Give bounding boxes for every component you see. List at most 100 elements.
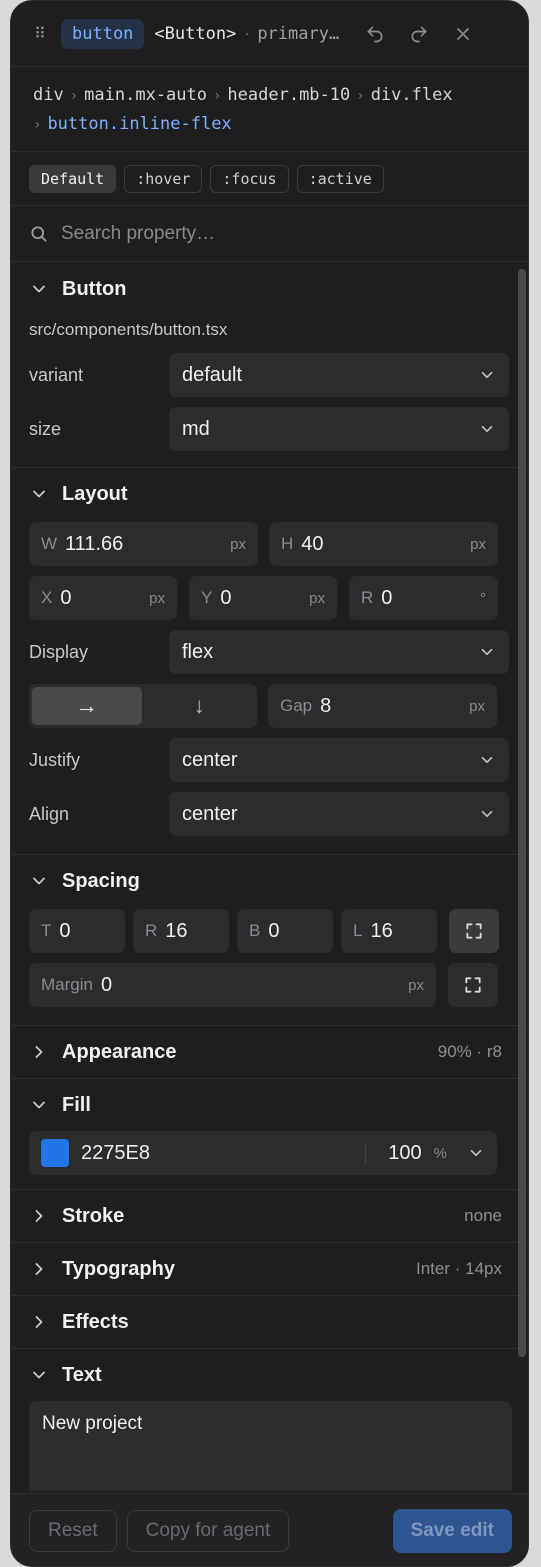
typography-section: Typography Inter · 14px [11,1243,528,1296]
typography-summary: Inter · 14px [416,1259,502,1278]
stroke-summary: none [464,1206,502,1225]
padding-bottom-key: B [249,921,261,940]
gap-unit: px [469,697,485,715]
redo-icon[interactable] [401,16,437,52]
chevron-right-icon: › [212,88,222,104]
padding-bottom-field[interactable]: B 0 [237,909,333,953]
text-section: Text New project [11,1349,528,1491]
rotation-field[interactable]: R 0 ° [349,576,498,620]
rotation-unit: ° [480,589,486,607]
reset-button[interactable]: Reset [29,1510,117,1552]
section-title: Effects [62,1310,129,1333]
layout-section-header[interactable]: Layout [29,468,512,520]
y-value: 0 [220,586,232,609]
section-title: Fill [62,1093,91,1116]
section-title: Layout [62,482,128,505]
component-variant: primary… [257,23,340,44]
appearance-section-header[interactable]: Appearance 90% · r8 [29,1026,512,1078]
section-title: Stroke [62,1204,125,1227]
save-edit-button[interactable]: Save edit [392,1509,512,1553]
copy-for-agent-button[interactable]: Copy for agent [126,1510,290,1552]
drag-handle-icon[interactable]: ⠿ [27,22,51,46]
display-value: flex [182,640,214,663]
text-content-field[interactable]: New project [29,1401,512,1491]
padding-right-key: R [145,921,158,940]
property-search [11,206,528,262]
padding-top-value: 0 [59,919,71,942]
tab-default[interactable]: Default [29,164,117,193]
panel-footer: Reset Copy for agent Save edit [11,1493,528,1566]
direction-column-button[interactable]: ↓ [145,687,255,725]
tab-focus[interactable]: :focus [210,164,289,193]
justify-value: center [182,748,238,771]
fill-section: Fill 2275E8 100 % [11,1079,528,1190]
typography-section-header[interactable]: Typography Inter · 14px [29,1243,512,1295]
justify-label: Justify [29,749,81,770]
chevron-down-icon [481,756,493,764]
fill-color-field[interactable]: 2275E8 100 % [29,1131,497,1175]
chevron-right-icon [35,1046,43,1058]
section-title: Typography [62,1257,175,1280]
breadcrumb-item[interactable]: main.mx-auto [84,85,207,105]
display-select[interactable]: flex [169,630,509,674]
padding-top-field[interactable]: T 0 [29,909,125,953]
height-field[interactable]: H 40 px [269,522,498,566]
section-title: Spacing [62,869,140,892]
gap-field[interactable]: Gap 8 px [268,684,497,728]
stroke-section-header[interactable]: Stroke none [29,1190,512,1242]
chevron-down-icon[interactable] [467,1144,485,1162]
height-value: 40 [301,532,324,555]
chevron-down-icon [33,877,45,885]
align-select[interactable]: center [169,792,509,836]
size-label: size [29,418,62,439]
tab-hover[interactable]: :hover [124,164,203,193]
variant-label: variant [29,364,84,385]
width-key: W [41,534,58,553]
scrollbar[interactable] [518,269,526,1357]
button-section-header[interactable]: Button [29,263,512,315]
justify-select[interactable]: center [169,738,509,782]
width-field[interactable]: W 111.66 px [29,522,258,566]
search-input[interactable] [61,222,510,245]
x-unit: px [149,589,165,607]
breadcrumb-current: button.inline-flex [47,114,232,134]
effects-section-header[interactable]: Effects [29,1296,512,1348]
breadcrumb-item[interactable]: div [33,85,64,105]
margin-field[interactable]: Margin 0 px [29,963,436,1007]
width-unit: px [230,535,246,553]
stroke-section: Stroke none [11,1190,528,1243]
padding-left-field[interactable]: L 16 [341,909,437,953]
panel-header: ⠿ button <Button> · primary… [11,1,528,67]
fill-section-header[interactable]: Fill [29,1079,512,1131]
search-icon [31,225,47,242]
chevron-right-icon [35,1263,43,1275]
expand-padding-icon[interactable] [449,909,499,953]
padding-right-field[interactable]: R 16 [133,909,229,953]
y-key: Y [201,588,213,607]
close-icon[interactable] [445,16,481,52]
chevron-right-icon: › [69,88,79,104]
section-title: Text [62,1363,102,1386]
padding-right-value: 16 [165,919,188,942]
variant-select[interactable]: default [169,353,509,397]
align-label: Align [29,803,70,824]
tab-active[interactable]: :active [296,164,384,193]
chevron-down-icon [33,1371,45,1379]
component-path: src/components/button.tsx [29,320,228,339]
size-select[interactable]: md [169,407,509,451]
x-field[interactable]: X 0 px [29,576,177,620]
y-field[interactable]: Y 0 px [189,576,337,620]
undo-icon[interactable] [357,16,393,52]
direction-row-button[interactable]: → [32,687,142,725]
properties-scroll-area[interactable]: Button src/components/button.tsx variant… [11,263,528,1493]
breadcrumb-item[interactable]: header.mb-10 [227,85,350,105]
chevron-down-icon [481,371,493,379]
margin-unit: px [408,976,424,994]
breadcrumb-item[interactable]: div.flex [371,85,453,105]
expand-margin-icon[interactable] [448,963,498,1007]
spacing-section-header[interactable]: Spacing [29,855,512,907]
color-swatch[interactable] [41,1139,69,1167]
size-value: md [182,417,210,440]
spacing-section: Spacing T 0 R 16 B 0 L 16 Margin 0 px [11,855,528,1026]
text-section-header[interactable]: Text [29,1349,512,1401]
